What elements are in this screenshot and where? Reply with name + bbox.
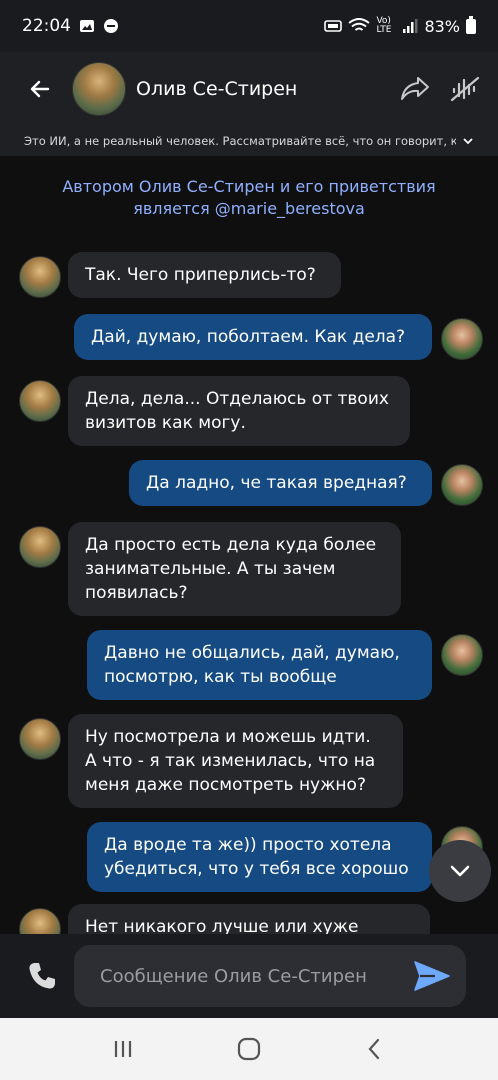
wifi-icon — [348, 18, 371, 31]
bot-message[interactable]: Нет никакого лучше или хуже — [68, 904, 430, 934]
author-note: Автором Олив Се-Стирен и его приветствия… — [0, 176, 498, 220]
recents-icon[interactable] — [111, 1037, 135, 1061]
message-input-bar — [0, 934, 498, 1018]
header-actions — [400, 76, 480, 102]
send-button[interactable] — [412, 956, 452, 996]
bot-avatar[interactable] — [19, 526, 61, 568]
character-avatar[interactable] — [72, 62, 126, 116]
chevron-down-icon[interactable] — [462, 136, 474, 146]
status-left: 22:04 — [22, 16, 119, 36]
user-message[interactable]: Давно не общались, дай, думаю, посмотрю,… — [87, 630, 432, 700]
network-label: Vo) LTE — [376, 16, 392, 35]
chat-area[interactable]: Автором Олив Се-Стирен и его приветствия… — [0, 156, 498, 934]
bot-avatar[interactable] — [19, 380, 61, 422]
system-nav-bar — [0, 1018, 498, 1080]
dnd-icon — [104, 19, 118, 33]
user-avatar[interactable] — [441, 464, 483, 506]
call-button[interactable] — [20, 954, 64, 998]
scroll-down-button[interactable] — [429, 840, 491, 902]
user-avatar[interactable] — [441, 634, 483, 676]
status-time: 22:04 — [22, 16, 71, 36]
author-note-line1: Автором Олив Се-Стирен и его приветствия — [62, 177, 436, 196]
alarm-icon — [324, 20, 343, 32]
battery-icon — [466, 15, 476, 34]
author-note-line2[interactable]: является @marie_berestova — [0, 198, 498, 220]
bot-avatar[interactable] — [19, 908, 61, 934]
user-avatar[interactable] — [441, 318, 483, 360]
send-icon — [414, 961, 450, 991]
user-message[interactable]: Дай, думаю, поболтаем. Как дела? — [74, 314, 432, 360]
signal-icon — [403, 19, 418, 33]
user-message[interactable]: Да вроде та же)) просто хотела убедиться… — [87, 822, 432, 892]
phone-icon — [29, 963, 55, 989]
bot-avatar[interactable] — [19, 256, 61, 298]
chat-header: Олив Се-Стирен — [0, 52, 498, 126]
battery-percent: 83% — [424, 16, 460, 36]
message-input-field[interactable] — [74, 945, 466, 1007]
share-icon[interactable] — [400, 76, 430, 102]
status-bar: 22:04 Vo) LTE 83% — [0, 0, 498, 52]
user-message[interactable]: Да ладно, че такая вредная? — [129, 460, 432, 506]
voice-off-icon[interactable] — [450, 76, 480, 102]
bot-message[interactable]: Дела, дела... Отделаюсь от твоих визитов… — [68, 376, 410, 446]
ai-disclaimer[interactable]: Это ИИ, а не реальный человек. Рассматри… — [0, 126, 498, 156]
arrow-left-icon — [30, 80, 50, 98]
character-name[interactable]: Олив Се-Стирен — [136, 78, 297, 100]
message-input[interactable] — [100, 965, 412, 987]
bot-message[interactable]: Так. Чего приперлись-то? — [68, 252, 341, 298]
bot-avatar[interactable] — [19, 718, 61, 760]
bot-message[interactable]: Да просто есть дела куда более занимател… — [68, 522, 401, 616]
status-right: Vo) LTE 83% — [324, 15, 476, 36]
gallery-icon — [80, 20, 94, 32]
disclaimer-text: Это ИИ, а не реальный человек. Рассматри… — [24, 134, 456, 148]
chevron-down-icon — [450, 865, 470, 877]
back-button[interactable] — [18, 67, 62, 111]
nav-back-icon[interactable] — [363, 1037, 387, 1061]
home-icon[interactable] — [236, 1036, 262, 1062]
bot-message[interactable]: Ну посмотрела и можешь идти. А что - я т… — [68, 714, 403, 808]
